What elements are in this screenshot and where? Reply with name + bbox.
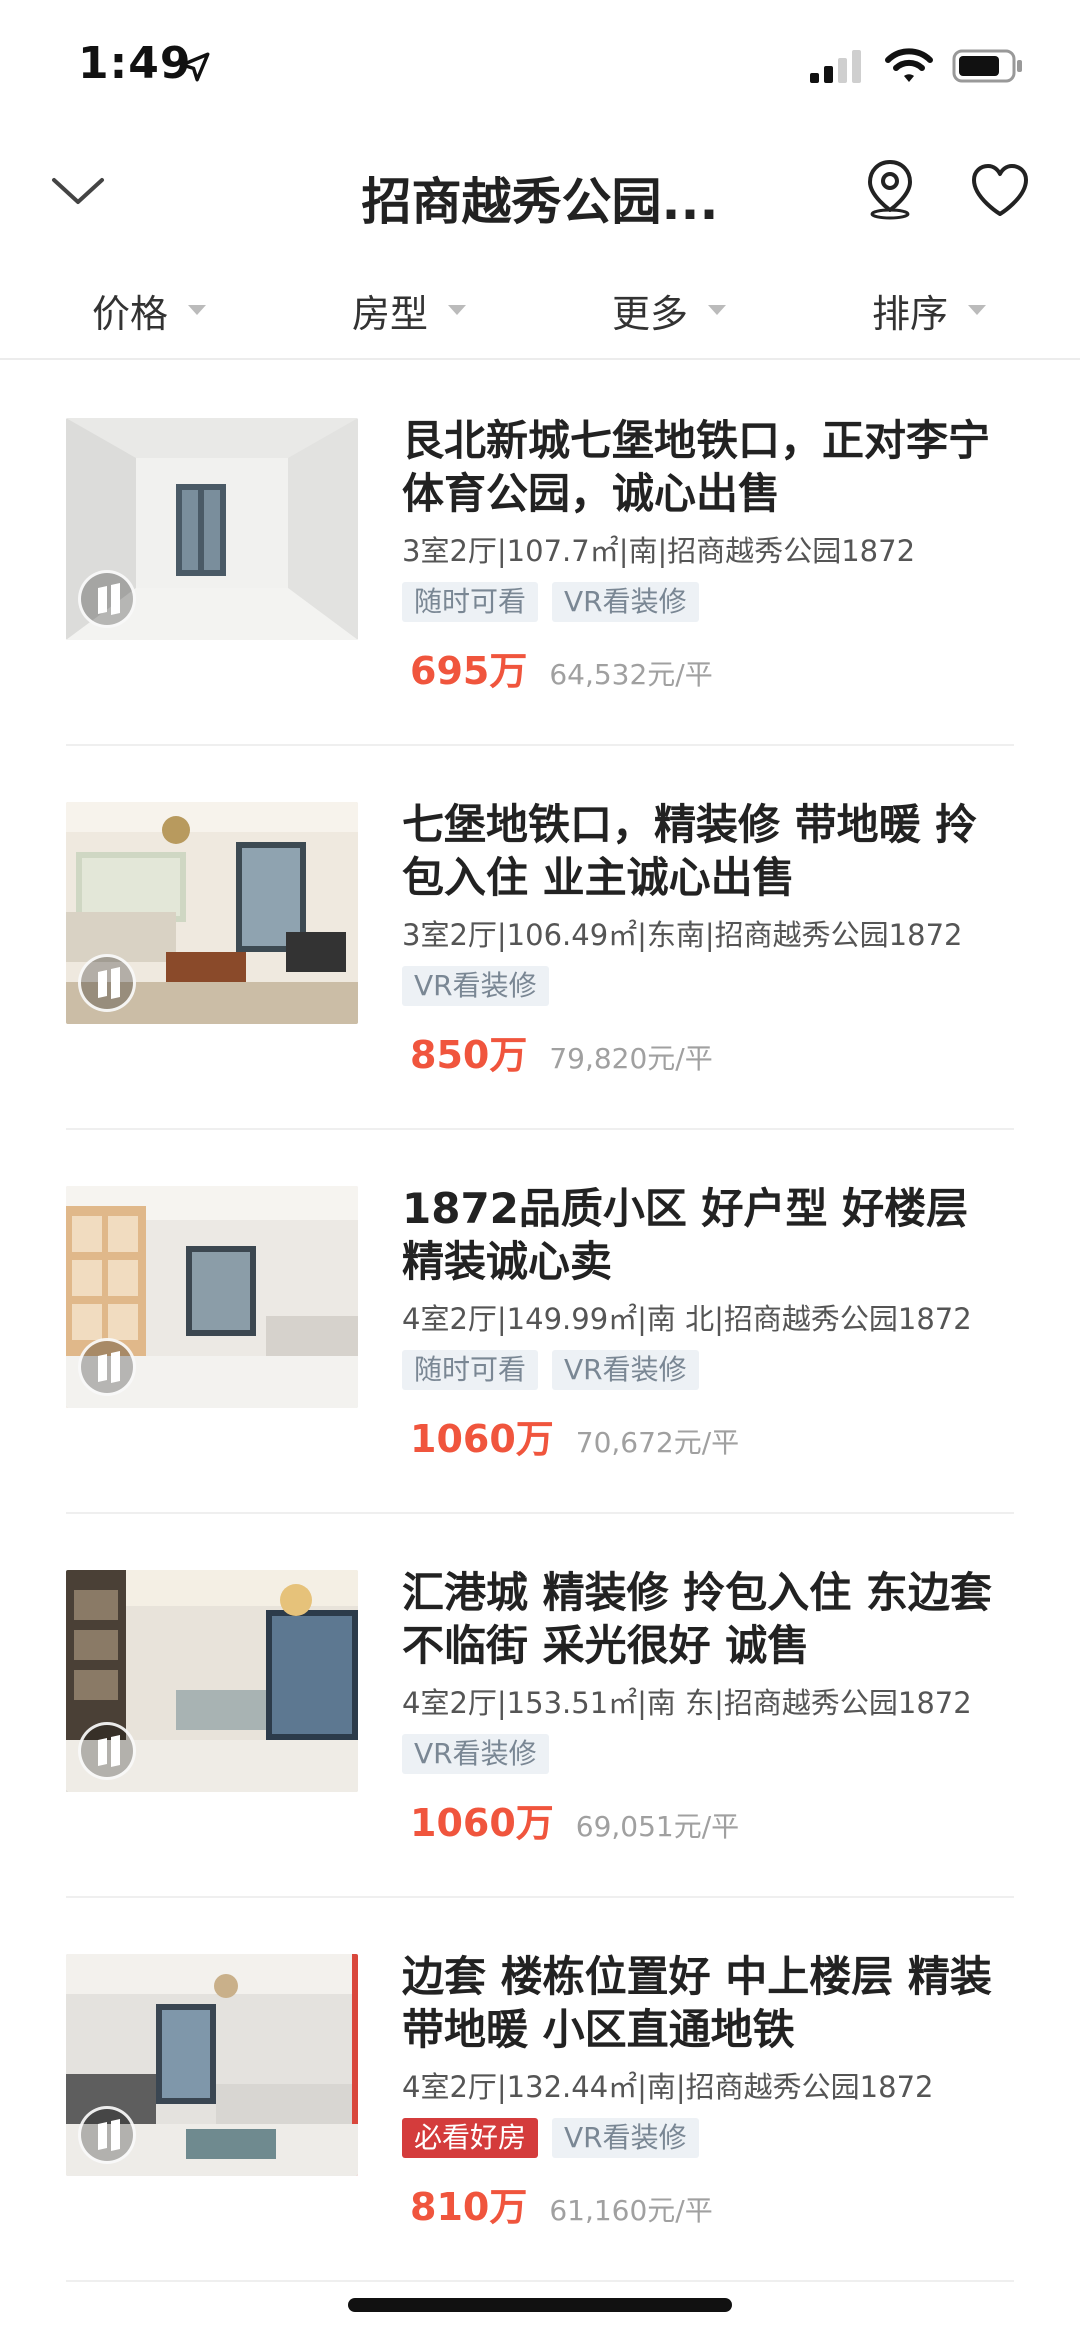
listing-meta: 3室2厅|106.49㎡|东南|招商越秀公园1872: [402, 918, 963, 952]
filter-label: 房型: [352, 291, 429, 336]
map-pin-icon[interactable]: [862, 158, 918, 220]
listing-title: 七堡地铁口，精装修 带地暖 拎包入住 业主诚心出售: [402, 800, 978, 902]
listing-title: 1872品质小区 好户型 好楼层 精装诚心卖: [402, 1184, 969, 1286]
caret-down-icon: [968, 305, 987, 315]
price-row: 695万 64,532元/平: [402, 640, 1014, 695]
vr-icon: [78, 570, 136, 628]
listing-tags: VR看装修: [402, 966, 1014, 1010]
status-icons: [810, 48, 1024, 84]
vr-icon: [78, 1722, 136, 1780]
total-price: 1060万: [410, 1417, 554, 1461]
listing-info: 汇港城 精装修 拎包入住 东边套 不临街 采光很好 诚售 4室2厅|153.51…: [402, 1566, 1014, 1847]
status-bar: 1:49: [0, 0, 1080, 130]
price-row: 1060万 69,051元/平: [402, 1792, 1014, 1847]
filter-label: 价格: [92, 291, 169, 336]
total-price: 1060万: [410, 1801, 554, 1845]
listing-meta: 4室2厅|132.44㎡|南|招商越秀公园1872: [402, 2070, 934, 2104]
filter-label: 排序: [872, 291, 949, 336]
filter-more[interactable]: 更多: [612, 280, 727, 340]
price-row: 850万 79,820元/平: [402, 1024, 1014, 1079]
listing-tags: 必看好房 VR看装修: [402, 2118, 1014, 2162]
listing-tags: 随时可看 VR看装修: [402, 582, 1014, 626]
status-time: 1:49: [78, 38, 192, 89]
listing-photo[interactable]: [66, 802, 358, 1024]
listing-photo[interactable]: [66, 1186, 358, 1408]
unit-price: 69,051元/平: [575, 1810, 740, 1843]
filter-price[interactable]: 价格: [92, 280, 207, 340]
listing-meta: 3室2厅|107.7㎡|南|招商越秀公园1872: [402, 534, 916, 568]
nav-bar: 招商越秀公园...: [0, 140, 1080, 240]
unit-price: 64,532元/平: [549, 658, 713, 691]
tag: VR看装修: [552, 582, 699, 622]
total-price: 850万: [410, 1033, 528, 1077]
filter-layout[interactable]: 房型: [352, 280, 467, 340]
listing-info: 艮北新城七堡地铁口，正对李宁体育公园，诚心出售 3室2厅|107.7㎡|南|招商…: [402, 414, 1014, 695]
tag: VR看装修: [402, 966, 549, 1006]
price-row: 1060万 70,672元/平: [402, 1408, 1014, 1463]
listing-info: 边套 楼栋位置好 中上楼层 精装带地暖 小区直通地铁 4室2厅|132.44㎡|…: [402, 1950, 1014, 2231]
location-arrow-icon: [180, 52, 210, 82]
battery-icon: [952, 49, 1022, 83]
tag: 随时可看: [402, 582, 539, 622]
vr-icon: [78, 1338, 136, 1396]
listing-photo[interactable]: [66, 1570, 358, 1792]
listing-photo[interactable]: [66, 1954, 358, 2176]
heart-icon[interactable]: [970, 162, 1030, 218]
listing-meta: 4室2厅|149.99㎡|南 北|招商越秀公园1872: [402, 1302, 972, 1336]
total-price: 810万: [410, 2185, 528, 2229]
listing-item[interactable]: 边套 楼栋位置好 中上楼层 精装带地暖 小区直通地铁 4室2厅|132.44㎡|…: [66, 1898, 1014, 2282]
vr-icon: [78, 954, 136, 1012]
home-indicator[interactable]: [348, 2298, 732, 2312]
listing-item[interactable]: 艮北新城七堡地铁口，正对李宁体育公园，诚心出售 3室2厅|107.7㎡|南|招商…: [66, 362, 1014, 746]
caret-down-icon: [708, 305, 727, 315]
unit-price: 70,672元/平: [575, 1426, 740, 1459]
listing-photo[interactable]: [66, 418, 358, 640]
listing-title: 边套 楼栋位置好 中上楼层 精装带地暖 小区直通地铁: [402, 1952, 992, 2054]
tag: VR看装修: [402, 1734, 549, 1774]
unit-price: 79,820元/平: [549, 1042, 713, 1075]
vr-icon: [78, 2106, 136, 2164]
page-title: 招商越秀公园...: [361, 173, 719, 231]
unit-price: 61,160元/平: [549, 2194, 713, 2227]
total-price: 695万: [410, 649, 528, 693]
listing-meta: 4室2厅|153.51㎡|南 东|招商越秀公园1872: [402, 1686, 972, 1720]
listing-info: 1872品质小区 好户型 好楼层 精装诚心卖 4室2厅|149.99㎡|南 北|…: [402, 1182, 1014, 1463]
listing-item[interactable]: 七堡地铁口，精装修 带地暖 拎包入住 业主诚心出售 3室2厅|106.49㎡|东…: [66, 746, 1014, 1130]
tag: 随时可看: [402, 1350, 539, 1390]
price-row: 810万 61,160元/平: [402, 2176, 1014, 2231]
listing-item[interactable]: 汇港城 精装修 拎包入住 东边套 不临街 采光很好 诚售 4室2厅|153.51…: [66, 1514, 1014, 1898]
listing-info: 七堡地铁口，精装修 带地暖 拎包入住 业主诚心出售 3室2厅|106.49㎡|东…: [402, 798, 1014, 1079]
filter-sort[interactable]: 排序: [872, 280, 987, 340]
tag-featured: 必看好房: [402, 2118, 539, 2158]
tag: VR看装修: [552, 2118, 699, 2158]
caret-down-icon: [188, 305, 207, 315]
listing-title: 艮北新城七堡地铁口，正对李宁体育公园，诚心出售: [402, 416, 991, 518]
filter-bar: 价格 房型 更多 排序: [0, 270, 1080, 360]
listing-tags: VR看装修: [402, 1734, 1014, 1778]
filter-label: 更多: [612, 291, 689, 336]
wifi-icon: [885, 48, 933, 82]
tag: VR看装修: [552, 1350, 699, 1390]
listing-tags: 随时可看 VR看装修: [402, 1350, 1014, 1394]
listing-title: 汇港城 精装修 拎包入住 东边套 不临街 采光很好 诚售: [402, 1568, 992, 1670]
listing-item[interactable]: 1872品质小区 好户型 好楼层 精装诚心卖 4室2厅|149.99㎡|南 北|…: [66, 1130, 1014, 1514]
caret-down-icon: [448, 305, 467, 315]
signal-icon: [810, 50, 861, 83]
